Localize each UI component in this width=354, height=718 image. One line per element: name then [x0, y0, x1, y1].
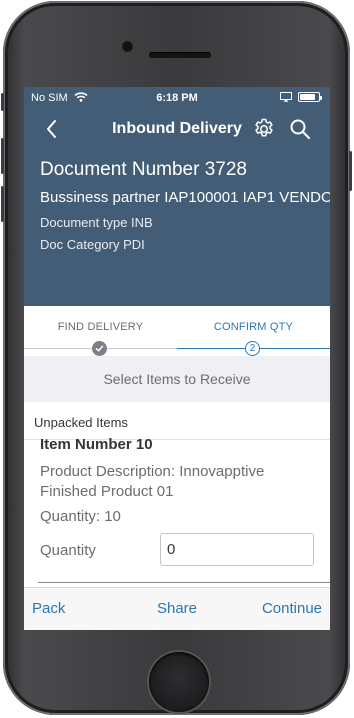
- battery-icon: [298, 92, 322, 102]
- volume-up-button: [1, 138, 4, 174]
- nav-bar: Inbound Delivery: [24, 109, 330, 149]
- earpiece-speaker: [149, 52, 211, 58]
- document-number: Document Number 3728: [40, 159, 247, 180]
- app-screen: No SIM 6:18 PM Inbound Delivery Document…: [24, 87, 330, 630]
- section-title: Unpacked Items: [34, 415, 128, 430]
- step-label: FIND DELIVERY: [57, 321, 144, 333]
- status-bar: No SIM 6:18 PM: [24, 87, 330, 109]
- screen-mirroring-icon: [280, 92, 292, 102]
- document-type: Document type INB: [40, 215, 153, 230]
- mute-switch: [1, 93, 4, 111]
- divider: [38, 582, 330, 583]
- step-marker: [92, 341, 107, 356]
- gear-icon[interactable]: [252, 117, 276, 141]
- header: No SIM 6:18 PM Inbound Delivery Document…: [24, 87, 330, 306]
- volume-down-button: [1, 186, 4, 222]
- power-button: [349, 151, 352, 191]
- step-marker: 2: [245, 341, 260, 356]
- doc-category: Doc Category PDI: [40, 237, 145, 252]
- quantity-input[interactable]: [160, 533, 314, 566]
- stepper: FIND DELIVERY CONFIRM QTY 2: [24, 306, 330, 356]
- page-title: Inbound Delivery: [112, 120, 242, 137]
- section-header: Unpacked Items: [24, 402, 330, 440]
- front-camera: [122, 41, 133, 52]
- product-description: Product Description: Innovapptive Finish…: [40, 463, 265, 500]
- quantity-label: Quantity: [40, 542, 96, 559]
- chevron-left-icon[interactable]: [40, 117, 64, 141]
- item-number: Item Number 10: [40, 436, 153, 453]
- item-card: Item Number 10 Product Description: Inno…: [24, 436, 330, 588]
- business-partner: Bussiness partner IAP100001 IAP1 VENDOR: [40, 189, 330, 206]
- select-items-bar: Select Items to Receive: [24, 356, 330, 402]
- footer-toolbar: Pack Share Continue: [24, 587, 330, 630]
- continue-button[interactable]: Continue: [262, 600, 322, 617]
- step-label: CONFIRM QTY: [213, 321, 294, 333]
- step-confirm-qty[interactable]: CONFIRM QTY 2: [177, 306, 330, 356]
- step-find-delivery[interactable]: FIND DELIVERY: [24, 306, 177, 356]
- item-quantity: Quantity: 10: [40, 508, 121, 525]
- search-icon[interactable]: [288, 117, 312, 141]
- checkmark-icon: [95, 345, 104, 352]
- home-button[interactable]: [149, 652, 209, 712]
